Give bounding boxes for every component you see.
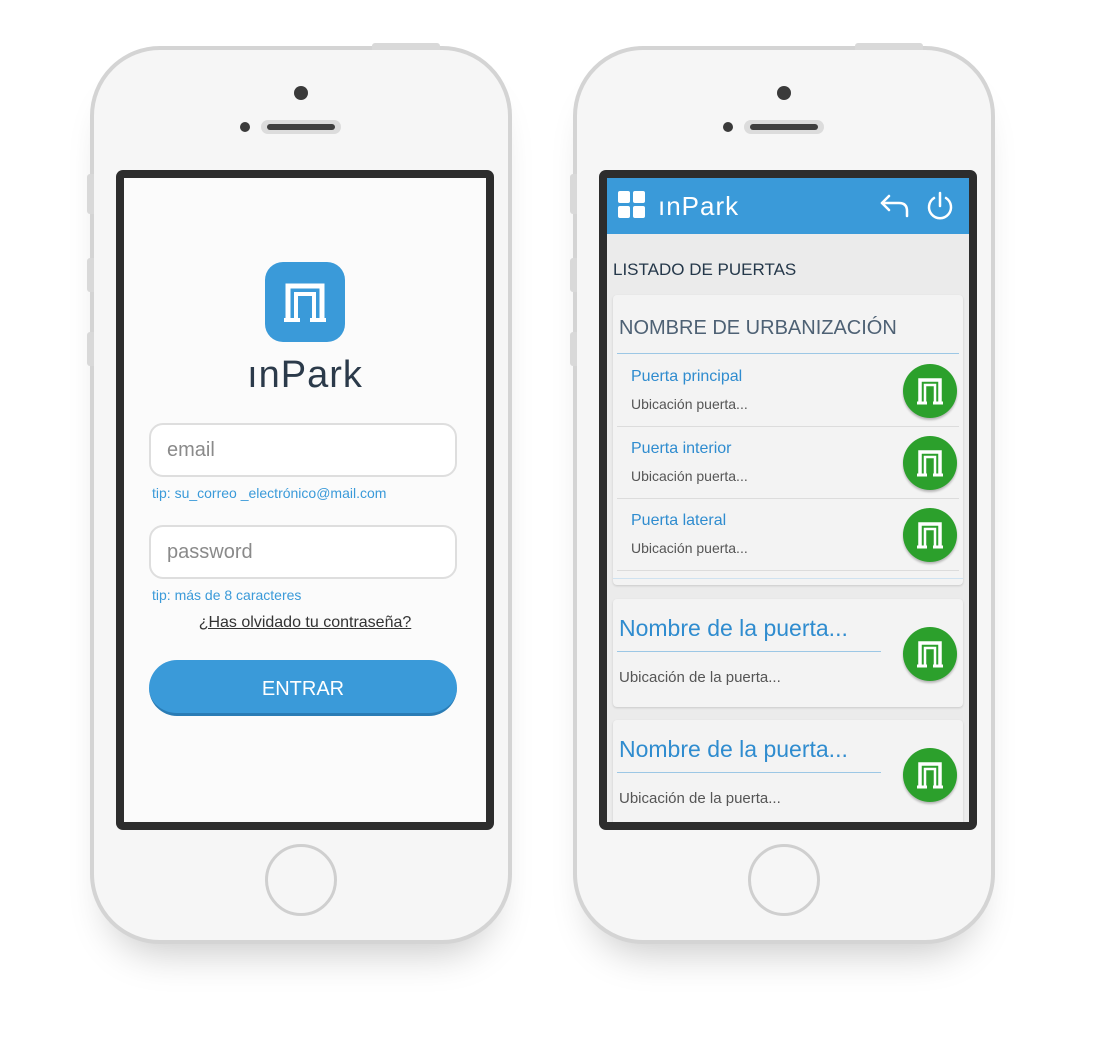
phone-frame-login: ınPark tip: su_correo _electrónico@mail.… xyxy=(87,43,512,944)
email-tip: tip: su_correo _electrónico@mail.com xyxy=(152,485,387,501)
forgot-password-link[interactable]: ¿Has olvidado tu contraseña? xyxy=(124,614,486,632)
door-name[interactable]: Puerta interior xyxy=(631,440,732,458)
front-camera xyxy=(777,86,791,100)
urbanization-card: NOMBRE DE URBANIZACIÓN Puerta principal … xyxy=(613,295,963,585)
door-card-name[interactable]: Nombre de la puerta... xyxy=(619,736,848,763)
volume-up-side-button xyxy=(570,258,577,292)
mute-side-button xyxy=(87,174,94,214)
login-screen: ınPark tip: su_correo _electrónico@mail.… xyxy=(124,178,486,822)
grid-menu-icon[interactable] xyxy=(618,191,646,219)
home-button[interactable] xyxy=(265,844,337,916)
door-row[interactable]: Puerta principal Ubicación puerta... xyxy=(617,354,959,427)
divider xyxy=(617,651,881,652)
wordmark-text: ınPark xyxy=(247,354,363,396)
power-icon[interactable] xyxy=(925,191,955,221)
gate-icon xyxy=(917,762,943,789)
divider xyxy=(613,578,963,579)
door-card[interactable]: Nombre de la puerta... Ubicación de la p… xyxy=(613,599,963,707)
enter-button[interactable]: ENTRAR xyxy=(149,660,457,716)
phone-frame-list: ınPark LISTADO DE PUERTAS NOMBRE DE URBA… xyxy=(570,43,995,944)
door-card-location: Ubicación de la puerta... xyxy=(619,790,781,807)
gate-icon xyxy=(917,641,943,668)
app-logo-icon xyxy=(265,262,345,342)
open-door-button[interactable] xyxy=(903,508,957,562)
mute-side-button xyxy=(570,174,577,214)
back-arrow-icon[interactable] xyxy=(879,192,911,220)
open-door-button[interactable] xyxy=(903,364,957,418)
door-name[interactable]: Puerta lateral xyxy=(631,512,726,530)
proximity-sensor xyxy=(723,122,733,132)
section-title: LISTADO DE PUERTAS xyxy=(613,260,797,279)
door-row[interactable]: Puerta lateral Ubicación puerta... xyxy=(617,498,959,571)
earpiece-speaker xyxy=(261,120,341,134)
divider xyxy=(617,772,881,773)
app-wordmark: ınPark xyxy=(124,354,486,397)
urbanization-title: NOMBRE DE URBANIZACIÓN xyxy=(619,317,897,339)
open-door-button[interactable] xyxy=(903,748,957,802)
door-card[interactable]: Nombre de la puerta... Ubicación de la p… xyxy=(613,720,963,822)
door-card-name[interactable]: Nombre de la puerta... xyxy=(619,615,848,642)
volume-down-side-button xyxy=(570,332,577,366)
door-name[interactable]: Puerta principal xyxy=(631,368,742,386)
gate-icon xyxy=(917,522,943,549)
gate-icon xyxy=(284,283,326,322)
gate-icon xyxy=(917,450,943,477)
door-location: Ubicación puerta... xyxy=(631,468,748,484)
door-row[interactable]: Puerta interior Ubicación puerta... xyxy=(617,426,959,499)
app-header: ınPark xyxy=(607,178,969,234)
screen-bezel: ınPark LISTADO DE PUERTAS NOMBRE DE URBA… xyxy=(599,170,977,830)
volume-down-side-button xyxy=(87,332,94,366)
power-side-button xyxy=(372,43,440,50)
header-wordmark: ınPark xyxy=(658,191,740,221)
password-field[interactable] xyxy=(149,525,457,579)
proximity-sensor xyxy=(240,122,250,132)
email-field[interactable] xyxy=(149,423,457,477)
password-tip: tip: más de 8 caracteres xyxy=(152,587,302,603)
earpiece-speaker xyxy=(744,120,824,134)
open-door-button[interactable] xyxy=(903,436,957,490)
power-side-button xyxy=(855,43,923,50)
door-location: Ubicación puerta... xyxy=(631,540,748,556)
gate-icon xyxy=(917,378,943,405)
door-card-location: Ubicación de la puerta... xyxy=(619,669,781,686)
open-door-button[interactable] xyxy=(903,627,957,681)
screen-bezel: ınPark tip: su_correo _electrónico@mail.… xyxy=(116,170,494,830)
door-location: Ubicación puerta... xyxy=(631,396,748,412)
front-camera xyxy=(294,86,308,100)
door-list-screen: ınPark LISTADO DE PUERTAS NOMBRE DE URBA… xyxy=(607,178,969,822)
volume-up-side-button xyxy=(87,258,94,292)
home-button[interactable] xyxy=(748,844,820,916)
